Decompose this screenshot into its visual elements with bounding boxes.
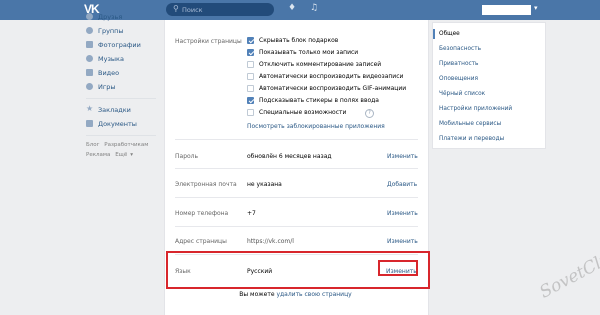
menu-item-payments[interactable]: Платежи и переводы	[439, 136, 504, 142]
page-settings-label: Настройки страницы	[175, 38, 242, 45]
help-icon[interactable]: ?	[365, 109, 374, 118]
nav-label: Группы	[98, 27, 124, 35]
address-label: Адрес страницы	[175, 238, 227, 245]
chevron-down-icon[interactable]: ▾	[130, 152, 133, 158]
search-input[interactable]	[182, 3, 270, 16]
docs-icon	[86, 120, 93, 127]
checkbox-label: Отключить комментирование записей	[259, 61, 382, 68]
photo-icon	[86, 41, 93, 48]
checkbox-label: Автоматически воспроизводить GIF-анимаци…	[259, 85, 407, 92]
user-name[interactable]	[482, 5, 531, 15]
delete-prefix: Вы можете	[239, 291, 275, 298]
star-icon: ★	[86, 104, 94, 113]
music-icon	[86, 55, 93, 62]
checkbox-label: Автоматически воспроизводить видеозаписи	[259, 73, 404, 80]
nav-label: Фотографии	[98, 41, 141, 49]
delete-page-text: Вы можете удалить свою страницу	[164, 291, 427, 298]
nav-label: Закладки	[98, 106, 131, 114]
divider	[175, 226, 418, 227]
nav-item-documents[interactable]: Документы	[84, 117, 160, 131]
nav-item-music[interactable]: Музыка	[84, 52, 160, 66]
video-icon	[86, 69, 93, 76]
checkbox-hide-gifts[interactable]	[247, 37, 254, 44]
nav-label: Документы	[98, 120, 137, 128]
checkbox-label: Специальные возможности	[259, 109, 347, 116]
nav-label: Игры	[98, 83, 116, 91]
checkbox-autoplay-gif[interactable]	[247, 85, 254, 92]
checkbox-only-my-posts[interactable]	[247, 49, 254, 56]
divider	[175, 168, 418, 169]
checkbox-disable-comments[interactable]	[247, 61, 254, 68]
phone-change-link[interactable]: Изменить	[387, 210, 418, 217]
groups-icon	[86, 27, 93, 34]
friends-icon	[86, 13, 93, 20]
nav-divider	[86, 98, 156, 99]
password-change-link[interactable]: Изменить	[387, 153, 418, 160]
delete-page-link[interactable]: удалить свою страницу	[276, 291, 351, 298]
nav-divider	[86, 135, 156, 136]
nav-item-games[interactable]: Игры	[84, 80, 160, 94]
footer-link-blog[interactable]: Блог	[86, 142, 100, 148]
nav-item-bookmarks[interactable]: ★ Закладки	[84, 103, 160, 117]
nav-label: Видео	[98, 69, 120, 77]
email-value: не указана	[247, 181, 282, 188]
games-icon	[86, 83, 93, 90]
music-note-icon[interactable]: ♫	[310, 3, 318, 13]
divider	[175, 197, 418, 198]
checkbox-accessibility[interactable]	[247, 109, 254, 116]
checkbox-suggest-stickers[interactable]	[247, 97, 254, 104]
checkbox-autoplay-video[interactable]	[247, 73, 254, 80]
menu-item-app-settings[interactable]: Настройки приложений	[439, 106, 512, 112]
checkbox-label: Подсказывать стикеры в полях ввода	[259, 97, 379, 104]
password-label: Пароль	[175, 153, 199, 160]
menu-item-blacklist[interactable]: Чёрный список	[439, 91, 485, 97]
nav-item-friends[interactable]: Друзья	[84, 10, 160, 24]
nav-item-groups[interactable]: Группы	[84, 24, 160, 38]
divider	[175, 139, 418, 140]
address-value: https://vk.com/l	[247, 238, 294, 245]
bell-icon[interactable]: ♦	[288, 3, 296, 13]
footer-links: Блог Разработчикам Реклама Ещё ▾	[84, 140, 160, 160]
blocked-apps-link[interactable]: Посмотреть заблокированные приложения	[247, 123, 385, 130]
footer-link-ads[interactable]: Реклама	[86, 152, 110, 158]
password-value: обновлён 6 месяцев назад	[247, 153, 332, 160]
menu-item-mobile[interactable]: Мобильные сервисы	[439, 121, 501, 127]
chevron-down-icon[interactable]: ▾	[534, 4, 538, 12]
footer-link-dev[interactable]: Разработчикам	[104, 142, 148, 148]
search-box[interactable]: ⚲	[166, 3, 274, 16]
checkbox-label: Скрывать блок подарков	[259, 37, 339, 44]
language-button-highlight	[378, 260, 418, 276]
checkbox-label: Показывать только мои записи	[259, 49, 359, 56]
nav-label: Музыка	[98, 55, 124, 63]
menu-item-notifications[interactable]: Оповещения	[439, 76, 478, 82]
left-nav: Друзья Группы Фотографии Музыка Видео Иг…	[84, 10, 160, 160]
watermark-logo: SovetClub	[536, 243, 600, 303]
phone-value: +7	[247, 210, 256, 217]
settings-menu: Общее Безопасность Приватность Оповещени…	[432, 22, 546, 149]
email-add-link[interactable]: Добавить	[387, 181, 417, 188]
search-icon: ⚲	[173, 4, 179, 13]
phone-label: Номер телефона	[175, 210, 229, 217]
menu-item-general[interactable]: Общее	[439, 31, 460, 37]
menu-item-privacy[interactable]: Приватность	[439, 61, 478, 67]
menu-item-security[interactable]: Безопасность	[439, 46, 481, 52]
nav-item-video[interactable]: Видео	[84, 66, 160, 80]
email-label: Электронная почта	[175, 181, 237, 188]
nav-label: Друзья	[98, 13, 123, 21]
nav-item-photos[interactable]: Фотографии	[84, 38, 160, 52]
active-indicator	[433, 29, 435, 39]
address-change-link[interactable]: Изменить	[387, 238, 418, 245]
footer-link-more[interactable]: Ещё	[115, 152, 127, 158]
